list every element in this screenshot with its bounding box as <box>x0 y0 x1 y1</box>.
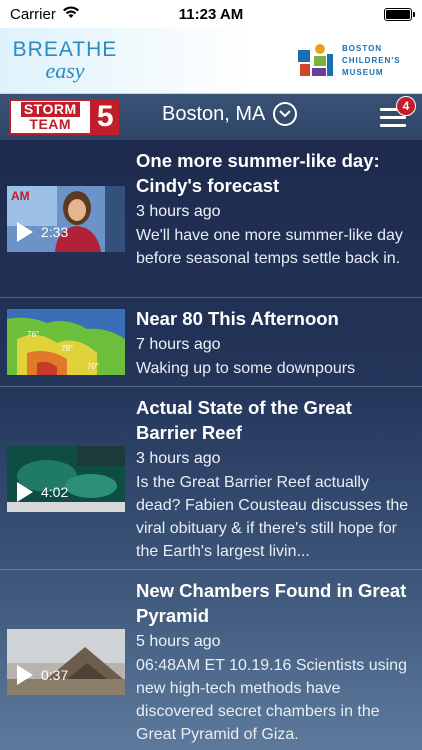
location-label: Boston, MA <box>162 102 266 125</box>
video-thumbnail[interactable]: 4:02 <box>7 446 125 512</box>
app-header: STORM TEAM 5 Boston, MA 4 <box>0 94 422 140</box>
notification-badge: 4 <box>396 96 416 116</box>
list-item[interactable]: 76° 78° 70° Near 80 This Afternoon 7 hou… <box>0 298 422 387</box>
item-title: New Chambers Found in Great Pyramid <box>136 580 407 626</box>
item-description: Waking up to some downpours <box>136 360 356 377</box>
play-icon <box>17 665 33 685</box>
video-duration: 0:37 <box>41 667 69 683</box>
location-selector[interactable]: Boston, MA <box>162 102 298 126</box>
status-bar: Carrier 11:23 AM <box>0 0 422 28</box>
brand-bottom: TEAM <box>29 116 72 132</box>
play-overlay: 0:37 <box>17 665 68 685</box>
brand-top: STORM <box>20 102 80 117</box>
item-time: 3 hours ago <box>136 203 221 220</box>
storm-team-logo: STORM TEAM 5 <box>9 99 119 135</box>
list-item[interactable]: 0:37 New Chambers Found in Great Pyramid… <box>0 570 422 750</box>
museum-logo-icon <box>296 42 336 80</box>
news-feed[interactable]: AM 2:33 One more summer-like day: Cindy'… <box>0 140 422 750</box>
item-time: 7 hours ago <box>136 336 221 353</box>
ad-sponsor: BOSTON CHILDREN'S MUSEUM <box>342 43 401 77</box>
item-description: 06:48AM ET 10.19.16 Scientists using new… <box>136 657 407 743</box>
item-description: Is the Great Barrier Reef actually dead?… <box>136 474 409 560</box>
play-icon <box>17 482 33 502</box>
svg-text:78°: 78° <box>61 344 73 353</box>
brand-number: 5 <box>91 99 119 135</box>
svg-text:76°: 76° <box>27 330 39 339</box>
svg-text:AM: AM <box>11 189 30 203</box>
chevron-down-icon[interactable] <box>273 102 298 126</box>
battery-icon <box>384 7 415 21</box>
item-title: Near 80 This Afternoon <box>136 308 339 329</box>
item-time: 3 hours ago <box>136 450 221 467</box>
video-thumbnail[interactable]: 0:37 <box>7 629 125 695</box>
carrier-label: Carrier <box>10 5 56 23</box>
video-duration: 2:33 <box>41 224 69 240</box>
play-icon <box>17 222 33 242</box>
video-thumbnail[interactable]: AM 2:33 <box>7 186 125 252</box>
menu-button[interactable]: 4 <box>380 96 416 132</box>
wifi-icon <box>62 5 80 23</box>
list-item[interactable]: AM 2:33 One more summer-like day: Cindy'… <box>0 140 422 298</box>
item-description: We'll have one more summer-like day befo… <box>136 227 403 267</box>
video-duration: 4:02 <box>41 484 69 500</box>
item-title: One more summer-like day: Cindy's foreca… <box>136 150 380 196</box>
play-overlay: 2:33 <box>17 222 68 242</box>
ad-line2: easy <box>45 57 85 83</box>
svg-text:70°: 70° <box>87 362 99 371</box>
ad-banner[interactable]: BREATHE easy BOSTON CHILDREN'S MUSEUM <box>0 28 422 94</box>
item-title: Actual State of the Great Barrier Reef <box>136 397 352 443</box>
play-overlay: 4:02 <box>17 482 68 502</box>
weather-map-thumbnail[interactable]: 76° 78° 70° <box>7 309 125 375</box>
item-time: 5 hours ago <box>136 633 221 650</box>
ad-breathe-easy-logo: BREATHE easy <box>6 38 124 84</box>
list-item[interactable]: 4:02 Actual State of the Great Barrier R… <box>0 387 422 570</box>
